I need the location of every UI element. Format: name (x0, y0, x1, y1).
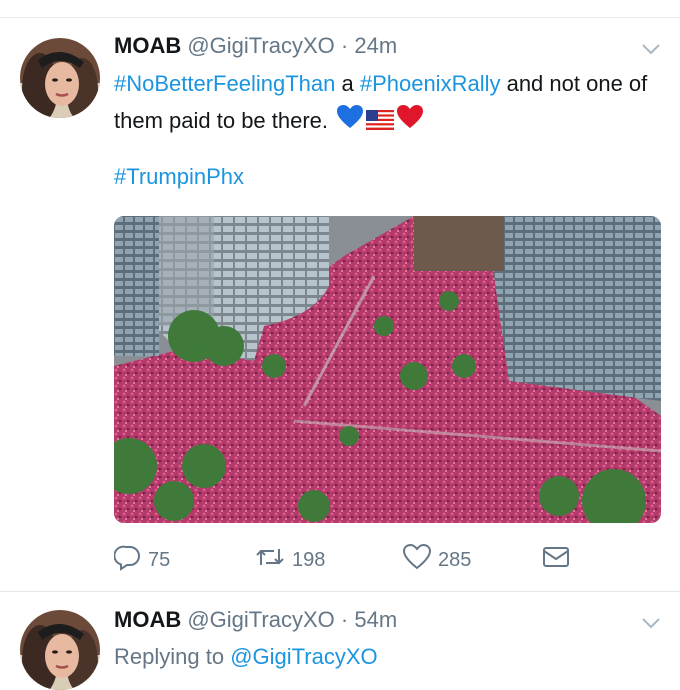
direct-message-button[interactable] (542, 543, 576, 577)
user-handle[interactable]: @GigiTracyXO (187, 33, 334, 58)
retweet-button[interactable]: 198 (254, 543, 325, 577)
tweet[interactable]: MOAB @GigiTracyXO · 54m Replying to @Gig… (0, 592, 680, 690)
heart-icon (402, 543, 438, 577)
chevron-down-icon[interactable] (640, 612, 662, 634)
tweet-actions: 75 198 285 (113, 543, 654, 577)
previous-tweet-edge (0, 0, 680, 18)
us-flag-icon (366, 104, 395, 141)
reply-count: 75 (148, 548, 171, 571)
hashtag-link[interactable]: #NoBetterFeelingThan (114, 71, 335, 96)
replying-to: Replying to @GigiTracyXO (114, 644, 378, 670)
display-name[interactable]: MOAB (114, 33, 181, 58)
timestamp[interactable]: 54m (354, 607, 397, 632)
hashtag-link[interactable]: #PhoenixRally (360, 71, 501, 96)
envelope-icon (542, 544, 576, 576)
replying-label: Replying to (114, 644, 231, 669)
like-button[interactable]: 285 (402, 543, 471, 577)
red-heart-icon (396, 104, 424, 141)
tweet[interactable]: MOAB @GigiTracyXO · 24m #NoBetterFeeling… (0, 18, 680, 592)
display-name[interactable]: MOAB (114, 607, 181, 632)
hashtag-link[interactable]: #TrumpinPhx (114, 164, 244, 190)
separator-dot: · (340, 33, 349, 58)
separator-dot: · (340, 607, 349, 632)
tweet-text-part: a (335, 71, 360, 96)
tweet-header: MOAB @GigiTracyXO · 54m (114, 606, 397, 634)
mention-link[interactable]: @GigiTracyXO (230, 644, 377, 669)
user-handle[interactable]: @GigiTracyXO (187, 607, 334, 632)
reply-button[interactable]: 75 (113, 543, 171, 577)
blue-heart-icon (336, 104, 364, 141)
reply-icon (113, 543, 148, 577)
retweet-icon (254, 543, 292, 577)
tweet-text: #NoBetterFeelingThan a #PhoenixRally and… (114, 65, 654, 141)
chevron-down-icon[interactable] (640, 38, 662, 60)
avatar[interactable] (20, 38, 100, 118)
tweet-header: MOAB @GigiTracyXO · 24m (114, 32, 397, 60)
avatar[interactable] (20, 610, 100, 690)
tweet-photo[interactable] (114, 216, 661, 523)
timestamp[interactable]: 24m (354, 33, 397, 58)
retweet-count: 198 (292, 548, 326, 571)
like-count: 285 (438, 548, 472, 571)
